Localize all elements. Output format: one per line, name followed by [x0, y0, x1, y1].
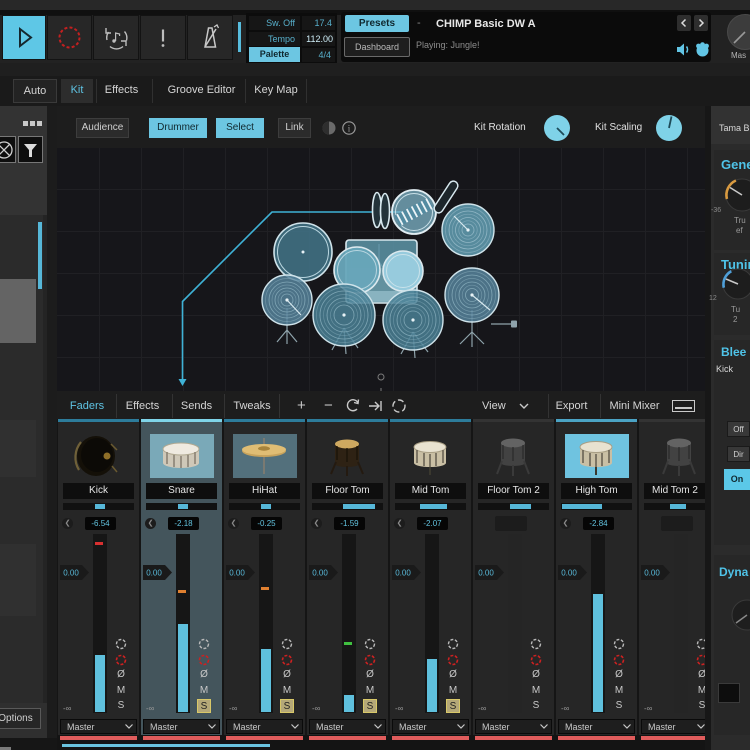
svg-text:i: i [348, 124, 351, 134]
svg-text:0.00: 0.00 [146, 569, 162, 578]
svg-text:0.00: 0.00 [478, 569, 494, 578]
svg-text:0.00: 0.00 [229, 569, 245, 578]
svg-text:0.00: 0.00 [312, 569, 328, 578]
svg-text:0.00: 0.00 [644, 569, 660, 578]
svg-text:0.00: 0.00 [63, 569, 79, 578]
svg-text:0.00: 0.00 [561, 569, 577, 578]
svg-text:0.00: 0.00 [395, 569, 411, 578]
